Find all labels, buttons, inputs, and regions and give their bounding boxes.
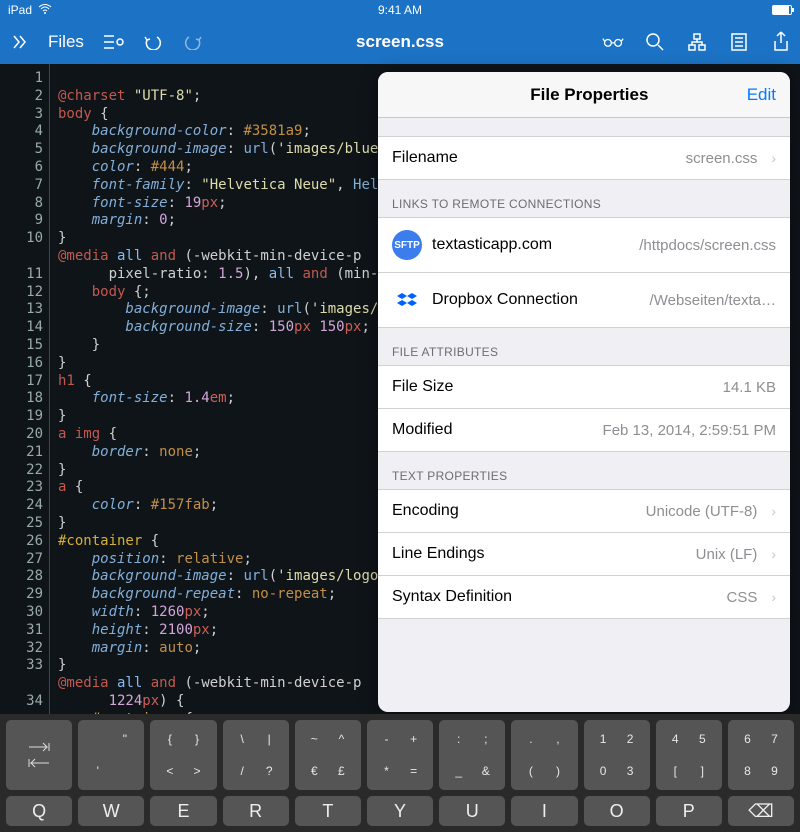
symbol-key[interactable]: 45[] <box>656 720 722 790</box>
redo-icon[interactable] <box>182 31 204 53</box>
letter-key[interactable]: ⌫ <box>728 796 794 826</box>
filename-value: screen.css <box>686 150 758 167</box>
connection-label: Dropbox Connection <box>432 291 578 309</box>
connection-row-dropbox[interactable]: Dropbox Connection /Webseiten/texta… <box>378 272 790 328</box>
encoding-row[interactable]: Encoding Unicode (UTF-8) › <box>378 489 790 533</box>
symbol-key[interactable]: ~^€£ <box>295 720 361 790</box>
modified-row: Modified Feb 13, 2014, 2:59:51 PM <box>378 408 790 452</box>
toolbar: Files screen.css <box>0 20 800 64</box>
status-bar: iPad 9:41 AM <box>0 0 800 20</box>
letter-key[interactable]: I <box>511 796 577 826</box>
attrs-header: FILE ATTRIBUTES <box>378 327 790 365</box>
letter-key[interactable]: W <box>78 796 144 826</box>
letter-key[interactable]: R <box>223 796 289 826</box>
letter-key[interactable]: P <box>656 796 722 826</box>
connection-path: /Webseiten/texta… <box>650 292 776 309</box>
symbol-key[interactable]: {}<> <box>150 720 216 790</box>
symbol-key[interactable]: 1203 <box>584 720 650 790</box>
symbol-key[interactable]: :;_& <box>439 720 505 790</box>
letter-key[interactable]: T <box>295 796 361 826</box>
symbol-key[interactable]: -+*= <box>367 720 433 790</box>
filesize-row: File Size 14.1 KB <box>378 365 790 409</box>
wifi-icon <box>38 3 52 17</box>
structure-icon[interactable] <box>686 31 708 53</box>
letter-key[interactable]: O <box>584 796 650 826</box>
letter-key[interactable]: Q <box>6 796 72 826</box>
files-button[interactable]: Files <box>48 32 84 52</box>
keyboard: "'{}<>\|/?~^€£-+*=:;_&.,()120345[]6789 Q… <box>0 714 800 832</box>
document-title: screen.css <box>269 32 530 52</box>
text-header: TEXT PROPERTIES <box>378 451 790 489</box>
sftp-icon: SFTP <box>392 230 422 260</box>
dropbox-icon <box>392 285 422 315</box>
symbol-key[interactable]: .,() <box>511 720 577 790</box>
chevron-right-icon: › <box>771 150 776 166</box>
symbol-key[interactable]: \|/? <box>223 720 289 790</box>
symbol-key[interactable]: 6789 <box>728 720 794 790</box>
popover-header: File Properties Edit <box>378 72 790 118</box>
letter-key[interactable]: E <box>150 796 216 826</box>
tab-key[interactable] <box>6 720 72 790</box>
search-icon[interactable] <box>644 31 666 53</box>
chevron-right-icon: › <box>771 546 776 562</box>
glasses-icon[interactable] <box>602 31 624 53</box>
syntax-row[interactable]: Syntax Definition CSS › <box>378 575 790 619</box>
file-properties-popover: File Properties Edit Filename screen.css… <box>378 72 790 712</box>
connection-path: /httpdocs/screen.css <box>639 237 776 254</box>
connection-row-sftp[interactable]: SFTP textasticapp.com /httpdocs/screen.c… <box>378 217 790 273</box>
links-header: LINKS TO REMOTE CONNECTIONS <box>378 179 790 217</box>
popover-title: File Properties <box>432 85 747 105</box>
undo-icon[interactable] <box>142 31 164 53</box>
connection-label: textasticapp.com <box>432 236 552 254</box>
properties-icon[interactable] <box>728 31 750 53</box>
chevron-right-icon: › <box>771 589 776 605</box>
edit-button[interactable]: Edit <box>747 85 776 105</box>
symbol-key[interactable]: "' <box>78 720 144 790</box>
filename-label: Filename <box>392 149 458 167</box>
chevron-right-icon[interactable] <box>8 31 30 53</box>
filename-row[interactable]: Filename screen.css › <box>378 136 790 180</box>
status-time: 9:41 AM <box>269 3 530 17</box>
letter-key[interactable]: Y <box>367 796 433 826</box>
battery-icon <box>772 5 792 15</box>
device-label: iPad <box>8 3 32 17</box>
list-recent-icon[interactable] <box>102 31 124 53</box>
chevron-right-icon: › <box>771 503 776 519</box>
share-icon[interactable] <box>770 31 792 53</box>
letter-key[interactable]: U <box>439 796 505 826</box>
line-endings-row[interactable]: Line Endings Unix (LF) › <box>378 532 790 576</box>
